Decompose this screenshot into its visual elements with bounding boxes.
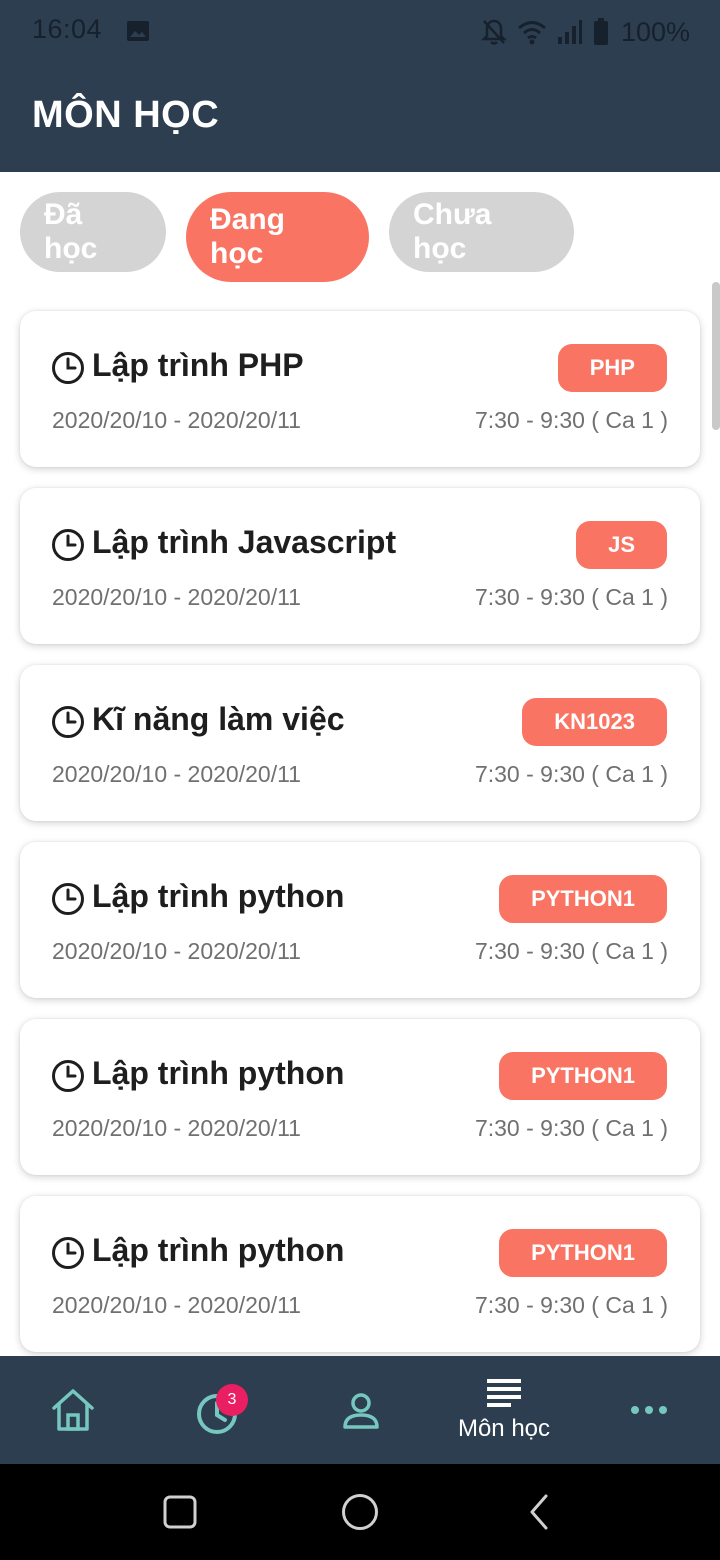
app-header: 16:04 100% MÔN HỌC [0, 0, 720, 172]
clock-icon [52, 352, 84, 384]
course-code-badge: PYTHON1 [499, 875, 667, 923]
nav-more[interactable] [618, 1356, 680, 1464]
nav-profile[interactable] [330, 1356, 392, 1464]
course-card[interactable]: Lập trình python PYTHON1 2020/20/10 - 20… [20, 1196, 700, 1352]
course-name: Lập trình python [92, 878, 345, 914]
course-code-badge: PYTHON1 [499, 1052, 667, 1100]
course-card[interactable]: Lập trình Javascript JS 2020/20/10 - 202… [20, 488, 700, 644]
clock-icon [52, 1237, 84, 1269]
nav-home[interactable] [42, 1356, 104, 1464]
tab-studied[interactable]: Đã học [20, 192, 166, 272]
course-list: Lập trình PHP PHP 2020/20/10 - 2020/20/1… [20, 311, 700, 1373]
course-name: Lập trình PHP [92, 347, 304, 383]
course-time: 7:30 - 9:30 ( Ca 1 ) [474, 761, 668, 787]
nav-courses-label: Môn học [457, 1415, 551, 1442]
clock-icon [52, 706, 84, 738]
course-dates: 2020/20/10 - 2020/20/11 [52, 584, 301, 610]
status-icons: 100% [480, 16, 690, 48]
bell-off-icon [480, 19, 507, 45]
bottom-nav: 3 Môn học [0, 1356, 720, 1464]
course-dates: 2020/20/10 - 2020/20/11 [52, 938, 301, 964]
course-card[interactable]: Lập trình python PYTHON1 2020/20/10 - 20… [20, 1019, 700, 1175]
notification-badge: 3 [216, 1384, 248, 1416]
course-name: Lập trình python [92, 1232, 345, 1268]
home-icon [52, 1389, 94, 1431]
clock-icon [52, 529, 84, 561]
course-name: Kĩ năng làm việc [92, 701, 345, 737]
more-icon [631, 1406, 667, 1414]
course-name: Lập trình python [92, 1055, 345, 1091]
course-time: 7:30 - 9:30 ( Ca 1 ) [474, 1115, 668, 1141]
course-time: 7:30 - 9:30 ( Ca 1 ) [474, 1292, 668, 1318]
course-time: 7:30 - 9:30 ( Ca 1 ) [474, 938, 668, 964]
course-code-badge: JS [576, 521, 667, 569]
wifi-icon [517, 21, 546, 45]
nav-history[interactable]: 3 [186, 1356, 248, 1464]
filter-tabs: Đã học Đang học Chưa học [20, 192, 574, 282]
system-nav-bar [0, 1464, 720, 1560]
course-code-badge: PHP [557, 344, 667, 392]
course-dates: 2020/20/10 - 2020/20/11 [52, 1292, 301, 1318]
tab-not-studied[interactable]: Chưa học [389, 192, 574, 272]
home-button-icon[interactable] [340, 1492, 380, 1532]
scrollbar[interactable] [712, 282, 720, 430]
course-dates: 2020/20/10 - 2020/20/11 [52, 407, 301, 433]
courses-icon [487, 1379, 521, 1407]
course-code-badge: PYTHON1 [499, 1229, 667, 1277]
clock-icon [52, 1060, 84, 1092]
course-card[interactable]: Lập trình python PYTHON1 2020/20/10 - 20… [20, 842, 700, 998]
course-card[interactable]: Kĩ năng làm việc KN1023 2020/20/10 - 202… [20, 665, 700, 821]
status-time: 16:04 [32, 14, 103, 44]
course-time: 7:30 - 9:30 ( Ca 1 ) [474, 584, 668, 610]
signal-icon [557, 20, 582, 44]
profile-icon [343, 1393, 379, 1429]
course-code-badge: KN1023 [522, 698, 667, 746]
battery-percent: 100% [620, 16, 690, 47]
image-icon [127, 21, 149, 41]
course-dates: 2020/20/10 - 2020/20/11 [52, 1115, 301, 1141]
course-card[interactable]: Lập trình PHP PHP 2020/20/10 - 2020/20/1… [20, 311, 700, 467]
course-time: 7:30 - 9:30 ( Ca 1 ) [474, 407, 668, 433]
back-icon[interactable] [520, 1492, 560, 1532]
recent-apps-icon[interactable] [160, 1492, 200, 1532]
app-screen: 16:04 100% MÔN HỌC Đã học Đang học Chưa … [0, 0, 720, 1560]
status-bar: 16:04 100% [0, 0, 720, 64]
clock-icon [52, 883, 84, 915]
course-name: Lập trình Javascript [92, 524, 397, 560]
nav-courses[interactable]: Môn học [444, 1356, 564, 1464]
page-title: MÔN HỌC [32, 94, 220, 136]
tab-studying[interactable]: Đang học [186, 192, 369, 282]
battery-icon [593, 18, 608, 45]
course-dates: 2020/20/10 - 2020/20/11 [52, 761, 301, 787]
